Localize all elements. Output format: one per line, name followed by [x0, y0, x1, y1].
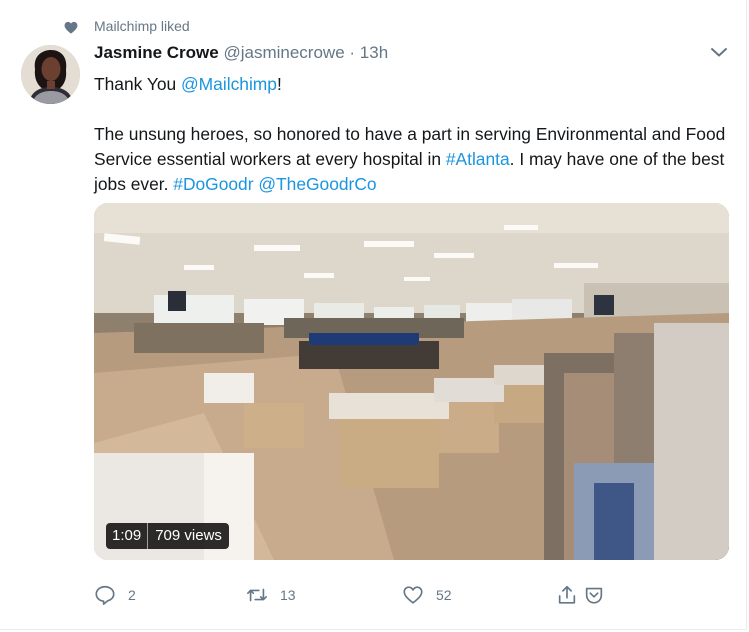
- hashtag-atlanta[interactable]: #Atlanta: [446, 149, 510, 169]
- like-icon: [403, 586, 423, 604]
- hashtag-dogoodr[interactable]: #DoGoodr: [173, 174, 253, 194]
- like-count: 52: [436, 587, 452, 603]
- mention-thegoodrco[interactable]: @TheGoodrCo: [258, 174, 376, 194]
- mention-mailchimp[interactable]: @Mailchimp: [181, 74, 277, 94]
- heart-icon: [64, 21, 78, 34]
- share-button[interactable]: [556, 583, 578, 607]
- video-player[interactable]: [94, 203, 729, 560]
- tweet-text-span: Thank You: [94, 74, 182, 94]
- reply-icon: [95, 585, 115, 605]
- author-name[interactable]: Jasmine Crowe: [94, 43, 219, 62]
- tweet-body: The unsung heroes, so honored to have a …: [94, 122, 734, 197]
- tweet-timestamp[interactable]: 13h: [360, 43, 388, 62]
- retweet-count: 13: [280, 587, 296, 603]
- tweet-actions: 2 13 52: [94, 583, 734, 607]
- reply-count: 2: [128, 587, 136, 603]
- avatar[interactable]: [21, 45, 80, 104]
- chevron-down-icon[interactable]: [708, 42, 730, 62]
- like-button[interactable]: 52: [402, 583, 452, 607]
- tweet-text: Thank You @Mailchimp! The unsung heroes,…: [94, 72, 734, 197]
- video-duration: 1:09: [106, 523, 149, 549]
- tweet-card[interactable]: Mailchimp liked Jasmine Crowe @jasminecr…: [0, 0, 747, 630]
- reply-button[interactable]: 2: [94, 583, 136, 607]
- retweet-button[interactable]: 13: [246, 583, 296, 607]
- avatar-image: [21, 45, 80, 104]
- more-actions-button[interactable]: [583, 583, 605, 607]
- tweet-line-1: Thank You @Mailchimp!: [94, 72, 734, 97]
- separator-dot: ·: [349, 43, 356, 62]
- author-handle[interactable]: @jasminecrowe: [223, 43, 344, 62]
- video-info-badge: 1:09 709 views: [106, 523, 229, 549]
- tweet-text-span: !: [276, 74, 282, 94]
- chevron-down-box-icon: [585, 587, 603, 604]
- social-context-label[interactable]: Mailchimp liked: [94, 18, 190, 34]
- tweet-header: Jasmine Crowe @jasminecrowe · 13h: [94, 43, 388, 63]
- retweet-icon: [247, 588, 267, 602]
- video-views: 709 views: [155, 527, 222, 544]
- share-icon: [558, 585, 576, 604]
- video-thumbnail: [94, 203, 729, 560]
